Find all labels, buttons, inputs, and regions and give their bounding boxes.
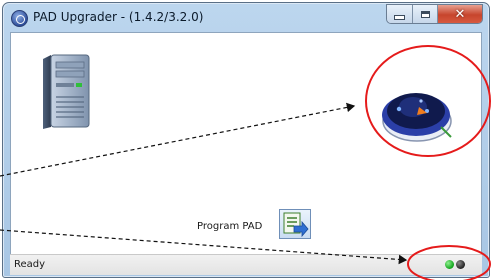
status-led-dark xyxy=(456,260,465,269)
client-area: Program PAD xyxy=(10,32,482,255)
maximize-icon xyxy=(420,10,430,18)
aed-device-icon[interactable] xyxy=(375,77,457,149)
status-text: Ready xyxy=(14,259,46,270)
computer-tower-icon xyxy=(43,54,90,129)
title-bar[interactable]: PAD Upgrader - (1.4.2/3.2.0) ✕ xyxy=(3,3,489,31)
status-led-green xyxy=(445,260,454,269)
maximize-button[interactable] xyxy=(413,5,438,23)
close-icon: ✕ xyxy=(454,6,466,22)
pad-upgrader-window: PAD Upgrader - (1.4.2/3.2.0) ✕ Program P… xyxy=(2,2,490,278)
minimize-icon xyxy=(394,14,405,20)
window-controls: ✕ xyxy=(386,4,483,24)
status-bar: Ready xyxy=(10,254,482,275)
program-pad-label: Program PAD xyxy=(197,221,263,232)
close-button[interactable]: ✕ xyxy=(438,5,482,23)
program-pad-button[interactable] xyxy=(279,209,311,239)
app-icon[interactable] xyxy=(11,10,28,27)
minimize-button[interactable] xyxy=(387,5,413,23)
program-pad-icon xyxy=(283,212,309,238)
window-title: PAD Upgrader - (1.4.2/3.2.0) xyxy=(33,10,204,24)
